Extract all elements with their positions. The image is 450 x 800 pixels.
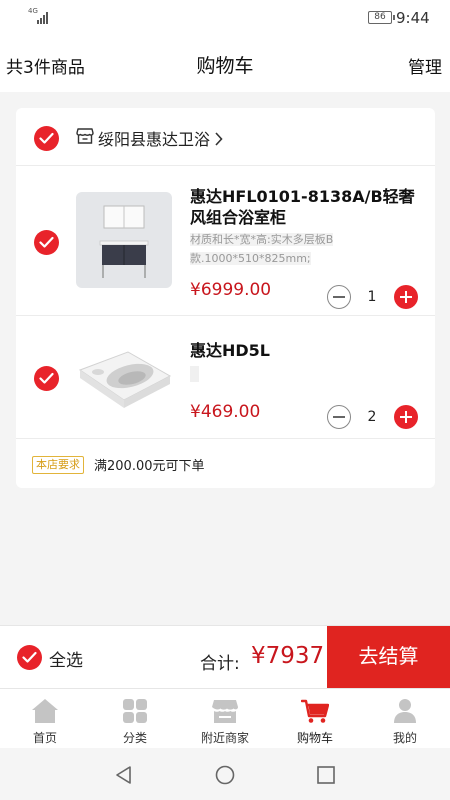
profile-icon <box>394 699 416 723</box>
home-circle-icon[interactable] <box>215 765 235 785</box>
product-image[interactable] <box>76 192 172 288</box>
increase-quantity-button[interactable] <box>394 405 418 429</box>
page-title: 购物车 <box>196 55 254 77</box>
quantity-value: 2 <box>367 409 377 425</box>
tab-label: 购物车 <box>296 731 333 745</box>
product-image[interactable] <box>76 330 172 426</box>
product-spec-line: 款.1000*510*825mm; <box>190 252 311 265</box>
cart-item: 惠达HFL0101-8138A/B轻奢风组合浴室柜 材质和长*宽*高:实木多层板… <box>16 166 435 316</box>
recent-apps-icon[interactable] <box>316 765 336 785</box>
category-icon <box>123 699 147 723</box>
shop-name: 绥阳县惠达卫浴 <box>98 130 211 149</box>
product-price: ¥6999.00 <box>190 280 272 300</box>
item-checkbox[interactable] <box>34 366 59 391</box>
tab-label: 我的 <box>392 731 417 745</box>
shop-checkbox[interactable] <box>34 126 59 151</box>
tab-home[interactable]: 首页 <box>0 689 90 749</box>
tab-profile[interactable]: 我的 <box>360 689 450 749</box>
shop-card: 绥阳县惠达卫浴 惠达HFL0101-8138A/B轻奢风组合浴室柜 材质和长*宽… <box>16 108 435 488</box>
bottom-tab-bar: 首页 分类 附近商家 购物车 我的 <box>0 688 450 748</box>
back-triangle-icon[interactable] <box>114 765 134 785</box>
select-all-checkbox[interactable] <box>17 645 42 670</box>
chevron-right-icon <box>215 132 223 146</box>
product-spec <box>190 366 199 382</box>
shop-header: 绥阳县惠达卫浴 <box>16 108 435 166</box>
tab-category[interactable]: 分类 <box>90 689 180 749</box>
shop-name-link[interactable]: 绥阳县惠达卫浴 <box>98 126 223 150</box>
increase-quantity-button[interactable] <box>394 285 418 309</box>
manage-button[interactable]: 管理 <box>408 53 442 78</box>
home-icon <box>32 699 58 723</box>
cart-item: 惠达HD5L ¥469.00 2 <box>16 316 435 439</box>
total-label: 合计: <box>200 654 240 674</box>
tab-cart[interactable]: 购物车 <box>270 689 360 749</box>
tab-label: 分类 <box>122 731 147 745</box>
battery-icon: 86 <box>368 11 395 24</box>
store-icon <box>76 128 94 144</box>
signal-icon <box>37 12 49 24</box>
checkout-bar: 全选 合计: ¥7937 去结算 <box>0 625 450 689</box>
tab-label: 附近商家 <box>200 731 249 745</box>
product-title[interactable]: 惠达HFL0101-8138A/B轻奢风组合浴室柜 <box>190 186 430 228</box>
clock: 9:44 <box>396 9 430 27</box>
status-bar: 4G 86 9:44 <box>0 0 450 36</box>
system-navigation-bar <box>0 748 450 800</box>
tab-label: 首页 <box>32 731 57 745</box>
checkmark-icon <box>39 132 54 144</box>
tab-nearby-stores[interactable]: 附近商家 <box>180 689 270 749</box>
product-spec-line: 材质和长*宽*高:实木多层板B <box>190 233 334 246</box>
store-requirement-badge: 本店要求 <box>32 456 84 474</box>
select-all-label[interactable]: 全选 <box>49 646 83 671</box>
checkmark-icon <box>22 651 37 663</box>
nearby-store-icon <box>212 700 238 723</box>
checkout-button[interactable]: 去结算 <box>327 626 450 689</box>
product-title[interactable]: 惠达HD5L <box>190 340 430 361</box>
top-nav: 共3件商品 购物车 管理 <box>0 36 450 92</box>
checkmark-icon <box>39 372 54 384</box>
product-spec: 材质和长*宽*高:实木多层板B 款.1000*510*825mm; <box>190 230 418 268</box>
total-price: ¥7937 <box>251 643 325 669</box>
quantity-value: 1 <box>367 289 377 305</box>
checkmark-icon <box>39 236 54 248</box>
cart-icon <box>301 699 329 723</box>
decrease-quantity-button[interactable] <box>327 285 351 309</box>
decrease-quantity-button[interactable] <box>327 405 351 429</box>
product-price: ¥469.00 <box>190 402 261 422</box>
item-checkbox[interactable] <box>34 230 59 255</box>
store-requirement-text: 满200.00元可下单 <box>94 459 205 474</box>
